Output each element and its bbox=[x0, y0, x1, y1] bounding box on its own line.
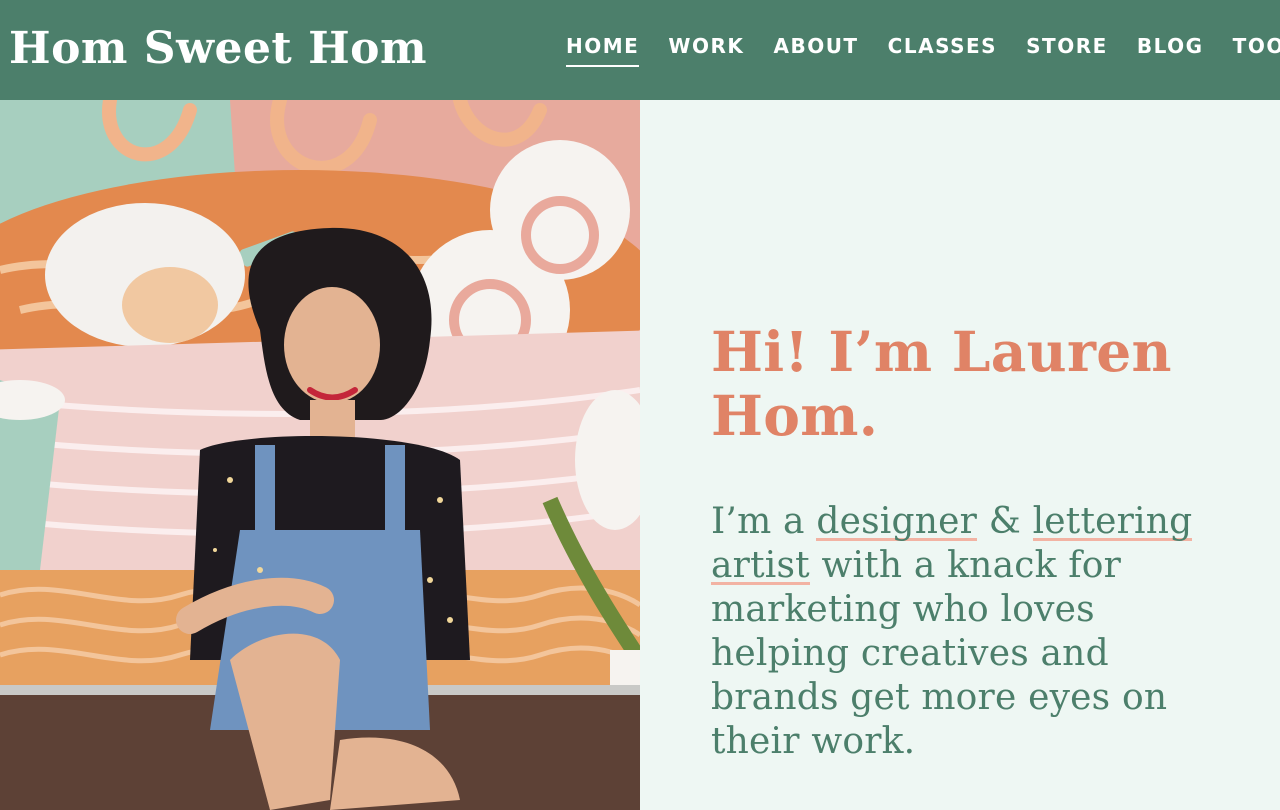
hero-bio: I’m a designer & lettering artist with a… bbox=[711, 500, 1231, 764]
bio-text-2: & bbox=[977, 501, 1033, 542]
hero-photo bbox=[0, 100, 640, 810]
nav-home[interactable]: HOME bbox=[566, 32, 640, 67]
nav-toolbox[interactable]: TOOLBOX bbox=[1233, 32, 1280, 60]
hero-headline: Hi! I’m Lauren Hom. bbox=[711, 319, 1172, 448]
site-header: Hom Sweet Hom HOME WORK ABOUT CLASSES ST… bbox=[0, 0, 1280, 100]
nav-blog[interactable]: BLOG bbox=[1137, 32, 1204, 60]
nav-about[interactable]: ABOUT bbox=[773, 32, 858, 60]
nav-classes[interactable]: CLASSES bbox=[888, 32, 997, 60]
portrait-image bbox=[0, 100, 640, 810]
bio-text-1: I’m a bbox=[711, 501, 817, 542]
designer-link[interactable]: designer bbox=[816, 501, 978, 544]
site-logo[interactable]: Hom Sweet Hom bbox=[9, 22, 427, 76]
main-nav: HOME WORK ABOUT CLASSES STORE BLOG TOOLB… bbox=[566, 32, 1280, 67]
hero-content: Hi! I’m Lauren Hom. I’m a designer & let… bbox=[711, 320, 1231, 764]
nav-work[interactable]: WORK bbox=[668, 32, 744, 60]
nav-store[interactable]: STORE bbox=[1026, 32, 1108, 60]
